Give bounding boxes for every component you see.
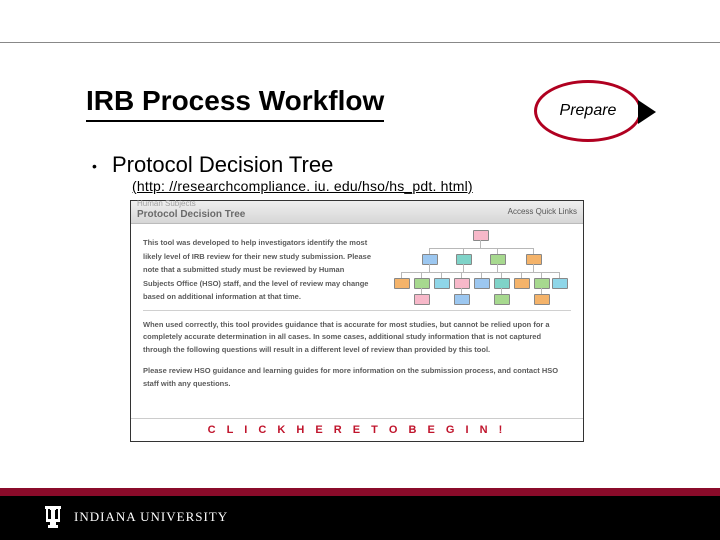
tree-node [474,278,490,289]
tree-node [414,278,430,289]
bullet-marker: • [92,158,97,174]
arrow-right-icon [638,100,656,124]
screenshot-body: This tool was developed to help investig… [131,224,583,434]
screenshot-panel: Human Subjects Protocol Decision Tree Ac… [130,200,584,442]
screenshot-para-3: Please review HSO guidance and learning … [143,365,563,391]
screenshot-para-2: When used correctly, this tool provides … [143,319,563,357]
tree-node [494,294,510,305]
begin-button[interactable]: C L I C K H E R E T O B E G I N ! [131,418,583,441]
tree-node [514,278,530,289]
iu-trident-icon [42,504,64,530]
bullet-heading: Protocol Decision Tree [112,152,333,178]
screenshot-para-1: This tool was developed to help investig… [143,236,373,304]
tree-node [456,254,472,265]
stage-oval: Prepare [534,80,642,142]
footer-brand: INDIANA UNIVERSITY [42,504,228,530]
footer-accent-bar [0,488,720,496]
tree-node [552,278,568,289]
tree-node [454,294,470,305]
footer: INDIANA UNIVERSITY [0,496,720,540]
tree-line [429,264,430,272]
page-title: IRB Process Workflow [86,85,384,122]
decision-tree-graphic [393,230,569,320]
screenshot-header-title: Protocol Decision Tree [137,209,245,220]
screenshot-header-small: Human Subjects [137,199,196,208]
screenshot-quick-links[interactable]: Access Quick Links [508,207,577,216]
tree-line [480,240,481,248]
slide: IRB Process Workflow Prepare • Protocol … [0,0,720,540]
tree-line [463,264,464,272]
screenshot-header: Human Subjects Protocol Decision Tree Ac… [131,201,583,224]
tree-node [422,254,438,265]
tree-line [497,264,498,272]
tree-node [490,254,506,265]
footer-university-name: INDIANA UNIVERSITY [74,509,228,525]
tree-node [526,254,542,265]
tree-node [394,278,410,289]
tree-node [414,294,430,305]
tree-line [429,248,533,249]
tree-node [454,278,470,289]
tree-node [534,278,550,289]
stage-label: Prepare [534,80,642,142]
tree-node [473,230,489,241]
tree-node [534,294,550,305]
tree-line [533,264,534,272]
tree-node [494,278,510,289]
bullet-link[interactable]: (http: //researchcompliance. iu. edu/hso… [132,178,473,194]
tree-node [434,278,450,289]
top-divider [0,42,720,43]
tree-line [401,272,559,273]
